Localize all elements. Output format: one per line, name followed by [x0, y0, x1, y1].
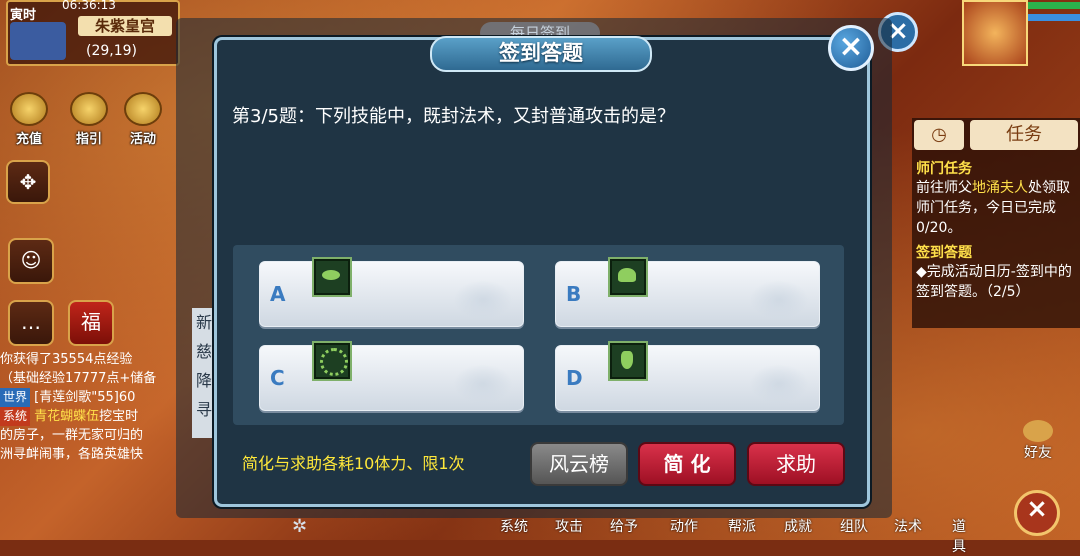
menu-guild[interactable]: 帮派: [728, 516, 756, 536]
answer-option-b[interactable]: B: [555, 257, 820, 327]
menu-action[interactable]: 动作: [670, 516, 698, 536]
menu-items[interactable]: 道具: [952, 516, 966, 556]
task-tabs: ◷ 任务: [914, 120, 1080, 152]
option-letter: D: [566, 366, 583, 390]
chat-line: 系统 青花蝴蝶伍挖宝时: [0, 407, 180, 426]
simplify-button[interactable]: 简 化: [638, 442, 736, 486]
seal-skill-icon: [312, 341, 352, 381]
chat-line: （基础经验17777点+储备: [0, 371, 157, 386]
system-channel-tag[interactable]: 系统: [0, 407, 31, 426]
world-channel-tag[interactable]: 世界: [0, 388, 31, 407]
chat-line: 世界 [青莲剑歌"55]60: [0, 388, 180, 407]
npc-link[interactable]: 地涌夫人: [972, 180, 1028, 196]
expand-arrows-icon[interactable]: ✥: [6, 160, 50, 204]
answer-option-d[interactable]: D: [555, 341, 820, 411]
tab-task[interactable]: 任务: [970, 120, 1078, 150]
activity-button[interactable]: 活动: [122, 92, 164, 147]
vase-skill-icon: [608, 341, 648, 381]
guide-icon: [70, 92, 108, 126]
friends-button[interactable]: 好友: [1018, 420, 1058, 462]
chat-bubble-icon[interactable]: …: [8, 300, 54, 346]
menu-give[interactable]: 给予: [610, 516, 638, 536]
menu-system[interactable]: 系统: [500, 516, 528, 536]
cost-notice: 简化与求助各耗10体力、限1次: [242, 454, 465, 473]
option-letter: B: [566, 282, 582, 306]
menu-achievement[interactable]: 成就: [784, 516, 812, 536]
player-name-link[interactable]: 青花蝴蝶伍: [34, 409, 99, 424]
decor-pattern: [453, 364, 513, 404]
clock-icon[interactable]: ◷: [914, 120, 964, 150]
chat-line: 洲寻衅闹事，各路英雄快: [0, 447, 144, 462]
menu-attack[interactable]: 攻击: [555, 516, 583, 536]
mp-bar: [1028, 14, 1080, 21]
task-title: 签到答题: [916, 245, 972, 261]
help-button[interactable]: 求助: [747, 442, 845, 486]
social-icon[interactable]: ☺: [8, 238, 54, 284]
menu-magic[interactable]: 法术: [894, 516, 922, 536]
map-name: 朱紫皇宫: [78, 16, 172, 36]
settings-gear-icon[interactable]: ✲: [292, 516, 307, 537]
player-portrait[interactable]: [962, 0, 1028, 66]
chat-log[interactable]: 你获得了35554点经验 （基础经验17777点+储备 世界 [青莲剑歌"55]…: [0, 350, 180, 500]
recharge-icon: [10, 92, 48, 126]
fortune-icon[interactable]: 福: [68, 300, 114, 346]
minimap-thumbnail[interactable]: [10, 22, 66, 60]
chat-line: 的房子，一群无家可归的: [0, 428, 144, 443]
task-description: ◆完成活动日历-签到中的签到答题。（2/5）: [916, 264, 1072, 300]
decor-pattern: [453, 280, 513, 320]
background-side-text: 新慈降寻: [192, 308, 216, 438]
quiz-question: 第3/5题：下列技能中，既封法术，又封普通攻击的是？: [232, 106, 675, 127]
hp-bar: [1028, 2, 1080, 9]
clock: 06:36:13: [62, 0, 116, 12]
handshake-icon: [1023, 420, 1053, 442]
lips-skill-icon: [312, 257, 352, 297]
menu-team[interactable]: 组队: [840, 516, 868, 536]
recharge-button[interactable]: 充值: [8, 92, 50, 147]
task-title: 师门任务: [916, 161, 972, 177]
leaderboard-button[interactable]: 风云榜: [530, 442, 628, 486]
answer-option-a[interactable]: A: [259, 257, 524, 327]
activity-icon: [124, 92, 162, 126]
guide-button[interactable]: 指引: [68, 92, 110, 147]
answer-options: A B C D: [233, 245, 844, 425]
decor-pattern: [749, 364, 809, 404]
flower-skill-icon: [608, 257, 648, 297]
option-letter: C: [270, 366, 285, 390]
map-coordinates: (29,19): [86, 43, 138, 59]
task-description: 前往师父地涌夫人处领取师门任务，今日已完成0/20。: [916, 180, 1070, 236]
menu-toggle-close-icon[interactable]: ×: [1014, 490, 1060, 536]
answer-option-c[interactable]: C: [259, 341, 524, 411]
game-time-tag: 寅时: [10, 8, 37, 23]
chat-line: 你获得了35554点经验: [0, 352, 133, 367]
dialog-title: 签到答题: [430, 36, 652, 72]
close-icon[interactable]: ×: [828, 25, 874, 71]
option-letter: A: [270, 282, 286, 306]
decor-pattern: [749, 280, 809, 320]
